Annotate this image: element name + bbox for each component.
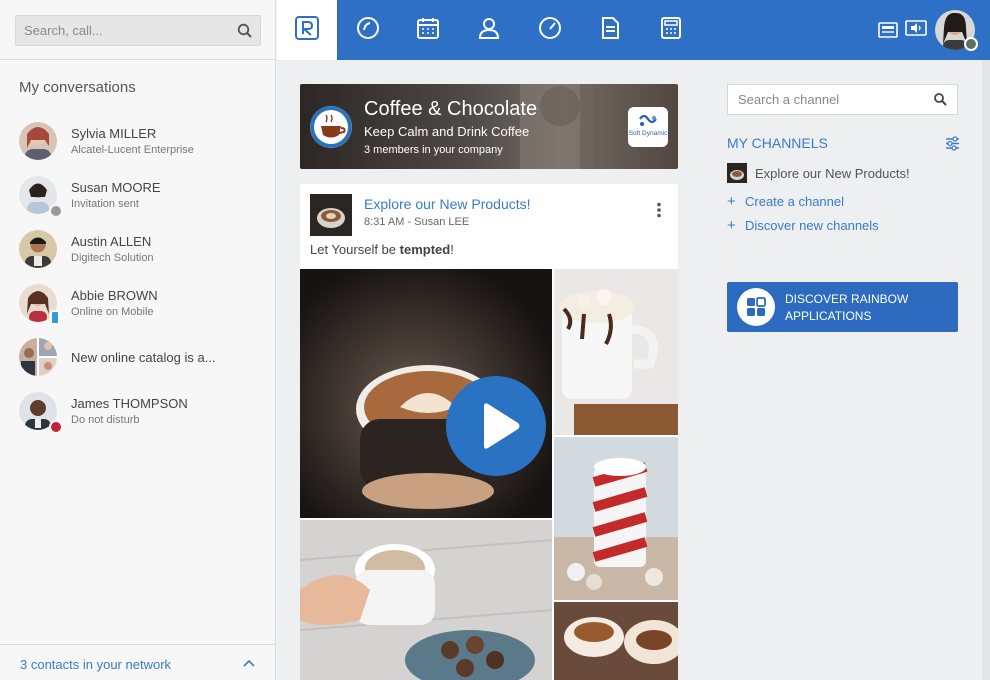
discover-button-label: DISCOVER RAINBOW APPLICATIONS bbox=[785, 292, 909, 323]
contacts-icon bbox=[477, 16, 501, 45]
channel-search-input[interactable] bbox=[728, 85, 923, 114]
contact-name: Susan MOORE bbox=[71, 180, 161, 195]
network-contacts-link[interactable]: 3 contacts in your network bbox=[20, 657, 171, 672]
contact-name: James THOMPSON bbox=[71, 396, 188, 411]
applications-icon bbox=[737, 288, 775, 326]
divider bbox=[0, 59, 276, 60]
create-channel-link[interactable]: + Create a channel bbox=[727, 193, 844, 210]
post-title[interactable]: Explore our New Products! bbox=[364, 196, 531, 212]
rainbow-logo-icon bbox=[294, 15, 320, 46]
chevron-up-icon[interactable] bbox=[242, 656, 256, 670]
discover-rainbow-applications-button[interactable]: DISCOVER RAINBOW APPLICATIONS bbox=[727, 282, 958, 332]
calendar-icon bbox=[416, 16, 440, 45]
document-icon bbox=[598, 16, 622, 45]
conversation-item[interactable]: Sylvia MILLER Alcatel-Lucent Enterprise bbox=[0, 114, 276, 168]
tab-documents[interactable] bbox=[580, 0, 640, 60]
plus-icon: + bbox=[727, 217, 736, 234]
contact-subtitle: Digitech Solution bbox=[71, 252, 154, 264]
audio-device-icon[interactable] bbox=[905, 20, 927, 43]
post-meta: 8:31 AM - Susan LEE bbox=[364, 216, 470, 228]
channel-item[interactable]: Explore our New Products! bbox=[727, 163, 958, 185]
post-text-prefix: Let Yourself be bbox=[310, 242, 400, 257]
channel-logo bbox=[310, 106, 352, 148]
group-avatar bbox=[19, 338, 57, 376]
more-options-icon[interactable] bbox=[653, 202, 665, 218]
tab-contacts[interactable] bbox=[459, 0, 519, 60]
video-coffee-latte[interactable] bbox=[300, 269, 552, 518]
channel-subtitle: Keep Calm and Drink Coffee bbox=[364, 124, 530, 139]
conversation-item[interactable]: Austin ALLEN Digitech Solution bbox=[0, 222, 276, 276]
contact-subtitle: Online on Mobile bbox=[71, 306, 154, 318]
create-channel-label: Create a channel bbox=[745, 194, 845, 209]
contact-subtitle: Do not disturb bbox=[71, 414, 140, 426]
contact-name: Abbie BROWN bbox=[71, 288, 158, 303]
tab-rainbow-home[interactable] bbox=[277, 0, 337, 60]
presence-status-icon bbox=[964, 37, 978, 51]
discover-channels-label: Discover new channels bbox=[745, 218, 879, 233]
dashboard-icon bbox=[538, 16, 562, 45]
post-text-suffix: ! bbox=[450, 242, 454, 257]
search-icon[interactable] bbox=[933, 92, 948, 107]
channel-banner: Coffee & Chocolate Keep Calm and Drink C… bbox=[300, 84, 678, 169]
conversations-sidebar: My conversations Sylvia MILLER Alcatel-L… bbox=[0, 0, 276, 680]
channels-panel: MY CHANNELS Explore our New Products! + C… bbox=[705, 60, 990, 680]
contact-name: Austin ALLEN bbox=[71, 234, 152, 249]
filter-settings-icon[interactable] bbox=[945, 136, 960, 151]
search-input[interactable] bbox=[16, 16, 226, 45]
conversation-item[interactable]: New online catalog is a... bbox=[0, 330, 276, 384]
conversation-list: Sylvia MILLER Alcatel-Lucent Enterprise … bbox=[0, 114, 276, 438]
network-footer[interactable]: 3 contacts in your network bbox=[0, 644, 276, 680]
conversation-item[interactable]: James THOMPSON Do not disturb bbox=[0, 384, 276, 438]
my-channels-heading: MY CHANNELS bbox=[727, 135, 828, 151]
contact-subtitle: Alcatel-Lucent Enterprise bbox=[71, 144, 194, 156]
channel-members: 3 members in your company bbox=[364, 144, 503, 156]
contact-name: Sylvia MILLER bbox=[71, 126, 157, 141]
conversation-item[interactable]: Abbie BROWN Online on Mobile bbox=[0, 276, 276, 330]
avatar bbox=[19, 122, 57, 160]
tab-recent[interactable] bbox=[338, 0, 398, 60]
channel-thumbnail bbox=[727, 163, 747, 183]
scrollbar[interactable] bbox=[982, 60, 990, 680]
image-cappuccino-cookies[interactable] bbox=[300, 520, 552, 680]
company-logo: Soft Dynamic bbox=[628, 107, 668, 147]
post-thumbnail bbox=[310, 194, 352, 236]
image-candy-cane-mug[interactable] bbox=[554, 437, 678, 600]
company-logo-text: Soft Dynamic bbox=[628, 130, 668, 137]
mobile-icon bbox=[50, 310, 60, 325]
desk-phone-icon[interactable] bbox=[878, 22, 898, 43]
image-cupcake[interactable] bbox=[554, 602, 678, 680]
channel-name: Explore our New Products! bbox=[755, 166, 910, 181]
tab-calendar[interactable] bbox=[398, 0, 458, 60]
plus-icon: + bbox=[727, 193, 736, 210]
conversation-item[interactable]: Susan MOORE Invitation sent bbox=[0, 168, 276, 222]
recent-icon bbox=[356, 16, 380, 45]
play-button[interactable] bbox=[446, 376, 546, 476]
post-text-bold: tempted bbox=[399, 242, 451, 257]
discover-channels-link[interactable]: + Discover new channels bbox=[727, 217, 879, 234]
conversations-title: My conversations bbox=[19, 79, 136, 96]
do-not-disturb-icon bbox=[49, 420, 63, 434]
search-icon[interactable] bbox=[236, 22, 254, 40]
search-box bbox=[15, 15, 261, 46]
pending-status-icon bbox=[49, 204, 63, 218]
tab-dashboard[interactable] bbox=[520, 0, 580, 60]
contact-subtitle: Invitation sent bbox=[71, 198, 139, 210]
top-navigation-bar bbox=[277, 0, 990, 60]
avatar bbox=[19, 230, 57, 268]
tab-phone[interactable] bbox=[641, 0, 701, 60]
group-name: New online catalog is a... bbox=[71, 350, 216, 365]
channel-post: Explore our New Products! 8:31 AM - Susa… bbox=[300, 184, 678, 680]
channel-title: Coffee & Chocolate bbox=[364, 98, 538, 120]
channel-search-box bbox=[727, 84, 958, 115]
image-hot-chocolate[interactable] bbox=[554, 269, 678, 435]
phone-dialpad-icon bbox=[659, 16, 683, 45]
post-text: Let Yourself be tempted! bbox=[310, 242, 454, 257]
